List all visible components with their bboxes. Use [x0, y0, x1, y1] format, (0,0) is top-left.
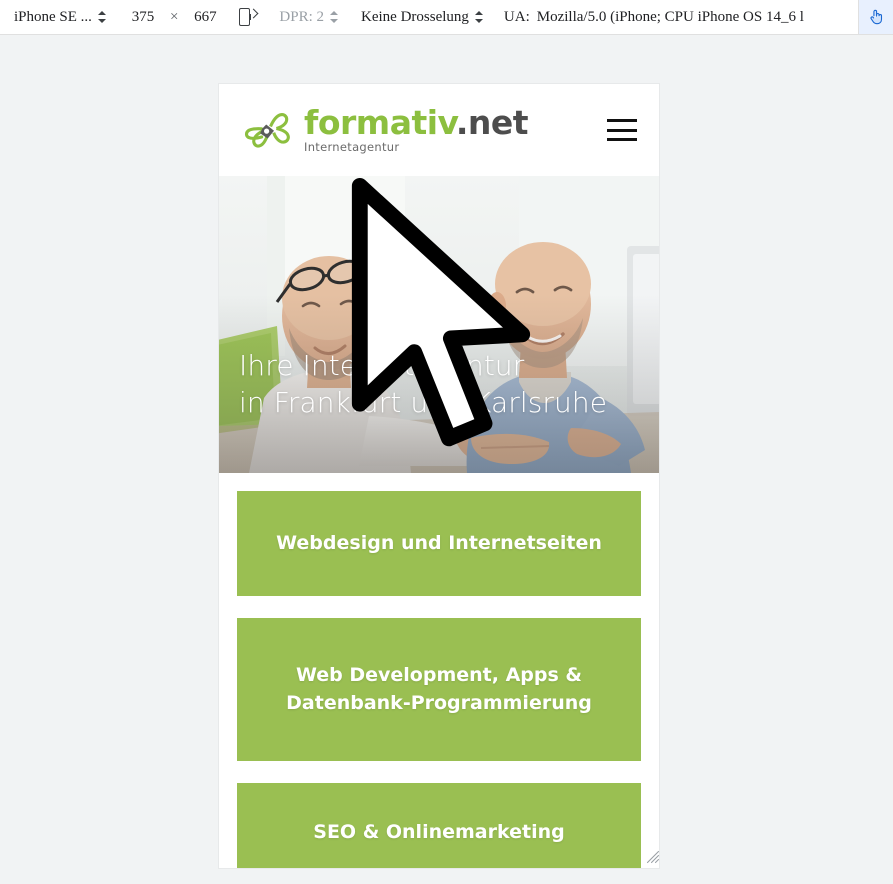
brand-tagline: Internetagentur [304, 140, 400, 155]
user-agent-field[interactable]: UA: Mozilla/5.0 (iPhone; CPU iPhone OS 1… [504, 9, 893, 26]
dimension-separator: × [169, 8, 179, 25]
user-agent-value[interactable]: Mozilla/5.0 (iPhone; CPU iPhone OS 14_6 … [537, 9, 804, 26]
dpr-selector[interactable]: DPR: 2 [275, 0, 343, 36]
viewport-width-input[interactable]: 375 [125, 7, 161, 28]
hero-banner: Ihre Internetagentur in Frankfurt und Ka… [219, 176, 659, 473]
formativ-propeller-logo-icon [244, 113, 290, 148]
site-header: formativ.net Internetagentur [219, 84, 659, 176]
device-emulation-toolbar: iPhone SE ... 375 × 667 DPR: 2 Keine Dro… [0, 0, 893, 35]
throttling-selector[interactable]: Keine Drosselung [357, 0, 488, 36]
service-tile-label: SEO & Onlinemarketing [313, 821, 565, 844]
viewport-height-input[interactable]: 667 [187, 7, 223, 28]
device-selector[interactable]: iPhone SE ... [10, 0, 111, 36]
touch-pointer-icon[interactable] [858, 0, 893, 34]
site-logo[interactable]: formativ.net Internetagentur [237, 103, 529, 156]
rotate-device-icon[interactable] [237, 7, 259, 27]
service-tile-label: Web Development, Apps & Datenbank-Progra… [286, 663, 592, 714]
service-tile-seo[interactable]: SEO & Onlinemarketing [237, 783, 641, 868]
touch-hand-glyph [870, 9, 883, 25]
updown-chevron-icon [97, 10, 107, 24]
service-tile-development[interactable]: Web Development, Apps & Datenbank-Progra… [237, 618, 641, 761]
rotate-arrow-stem [249, 14, 251, 20]
hamburger-bar-2 [607, 128, 637, 132]
mouse-arrow-cursor [351, 177, 531, 447]
service-tile-webdesign[interactable]: Webdesign und Internetseiten [237, 491, 641, 596]
viewport-dimensions: 375 × 667 [125, 7, 223, 28]
user-agent-label: UA: [503, 8, 530, 25]
viewport-resize-handle[interactable] [644, 848, 660, 864]
device-selector-label: iPhone SE ... [14, 8, 92, 25]
dpr-label: DPR: 2 [279, 8, 325, 25]
updown-chevron-icon [474, 10, 484, 24]
service-tiles: Webdesign und Internetseiten Web Develop… [219, 473, 659, 868]
brand-name: formativ.net [304, 103, 529, 143]
throttling-label: Keine Drosselung [361, 8, 469, 25]
updown-chevron-icon [330, 10, 339, 24]
hamburger-bar-1 [607, 119, 637, 122]
emulated-page-viewport: formativ.net Internetagentur Ihre in Fra… [219, 84, 659, 868]
hamburger-menu-icon[interactable] [607, 119, 637, 141]
brand-name-secondary: .net [455, 103, 529, 143]
brand-name-primary: formativ [304, 103, 456, 143]
logo-wordmark: formativ.net Internetagentur [304, 103, 529, 155]
hamburger-bar-3 [607, 138, 637, 141]
service-tile-label: Webdesign und Internetseiten [276, 531, 602, 554]
